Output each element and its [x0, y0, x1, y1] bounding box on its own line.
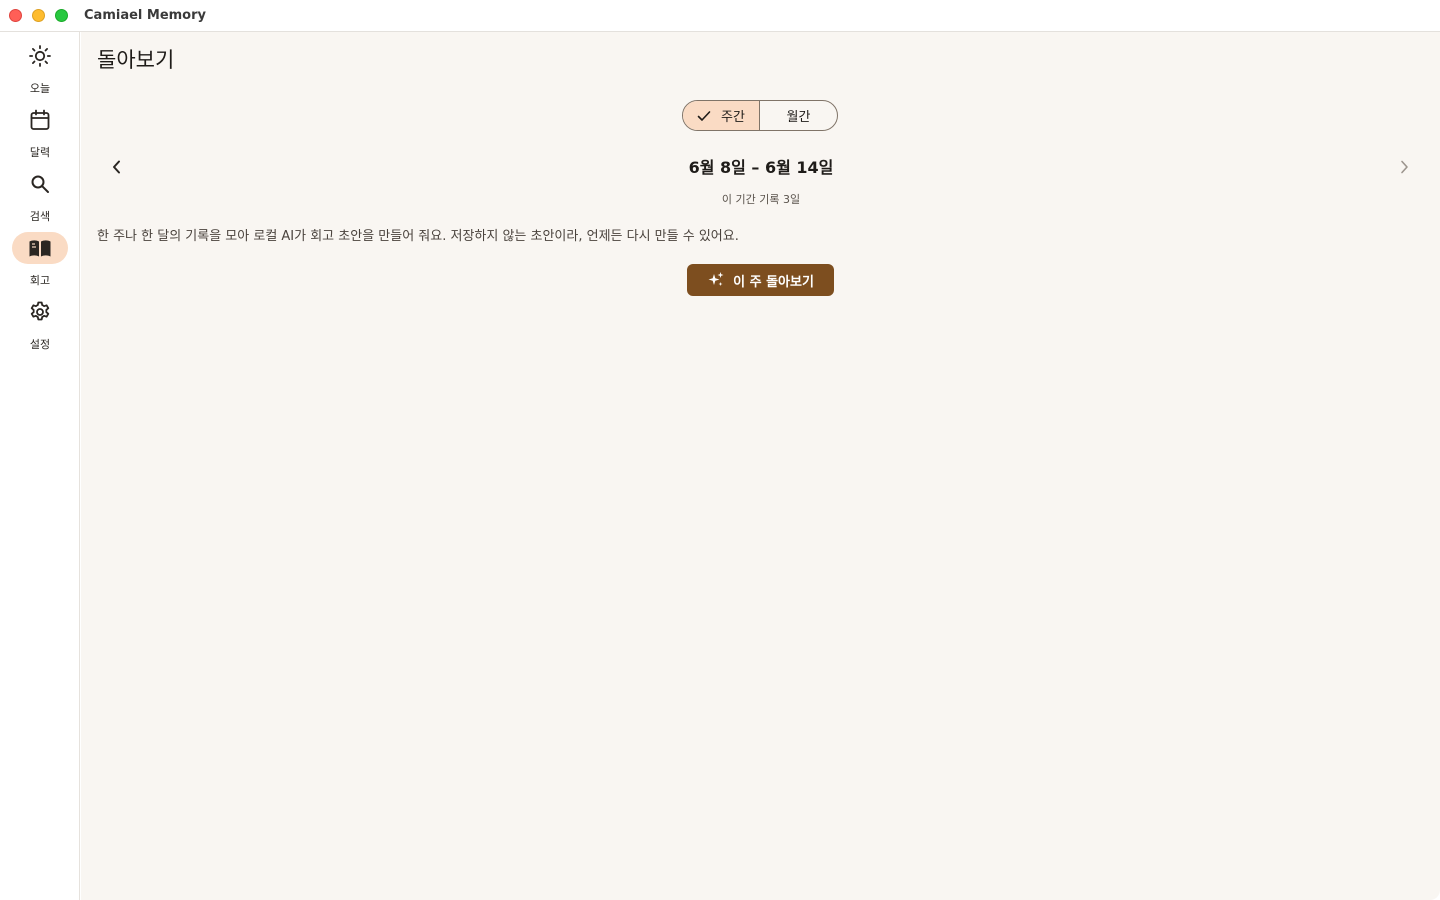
- calendar-icon: [12, 104, 68, 136]
- sidebar-item-label: 회고: [29, 274, 51, 287]
- segment-weekly-label: 주간: [721, 110, 745, 125]
- period-record-count: 이 기간 기록 3일: [721, 193, 801, 206]
- description-text: 한 주나 한 달의 기록을 모아 로컬 AI가 회고 초안을 만들어 줘요. 저…: [97, 229, 739, 244]
- book-icon: [12, 232, 68, 264]
- sidebar: 오늘 달력 검색 회고 설정: [0, 32, 80, 900]
- sparkles-icon: [707, 271, 725, 289]
- page-title: 돌아보기: [97, 48, 175, 72]
- title-bar: Camiael Memory: [0, 0, 1440, 32]
- sidebar-item-today[interactable]: 오늘: [0, 40, 80, 100]
- gear-icon: [12, 296, 68, 328]
- main-content: 돌아보기 주간 월간 6월 8일 – 6월 14일 이 기간 기록 3일 한 주…: [81, 32, 1440, 900]
- sidebar-item-search[interactable]: 검색: [0, 168, 80, 228]
- minimize-window-button[interactable]: [32, 9, 45, 22]
- app-title: Camiael Memory: [84, 8, 207, 23]
- review-week-button[interactable]: 이 주 돌아보기: [687, 264, 834, 296]
- sidebar-item-label: 검색: [29, 210, 51, 223]
- sidebar-item-label: 달력: [29, 146, 51, 159]
- close-window-button[interactable]: [9, 9, 22, 22]
- sun-icon: [12, 40, 68, 72]
- sidebar-item-calendar[interactable]: 달력: [0, 104, 80, 164]
- segment-monthly[interactable]: 월간: [760, 101, 837, 130]
- review-week-button-label: 이 주 돌아보기: [733, 274, 814, 290]
- app-window: Camiael Memory 오늘 달력 검색 회고 설정 돌아보기 주간 월간…: [0, 0, 1440, 900]
- checkmark-icon: [697, 109, 711, 123]
- period-range-label: 6월 8일 – 6월 14일: [688, 158, 834, 177]
- sidebar-item-label: 오늘: [29, 82, 51, 95]
- previous-period-button[interactable]: [105, 156, 129, 180]
- segment-monthly-label: 월간: [786, 110, 811, 125]
- chevron-left-icon: [111, 159, 123, 178]
- sidebar-item-review[interactable]: 회고: [0, 232, 80, 292]
- sidebar-item-label: 설정: [29, 338, 51, 351]
- maximize-window-button[interactable]: [55, 9, 68, 22]
- chevron-right-icon: [1398, 159, 1410, 178]
- period-segmented-control: 주간 월간: [682, 100, 838, 131]
- sidebar-item-settings[interactable]: 설정: [0, 296, 80, 356]
- search-icon: [12, 168, 68, 200]
- segment-weekly[interactable]: 주간: [683, 101, 760, 130]
- next-period-button[interactable]: [1392, 156, 1416, 180]
